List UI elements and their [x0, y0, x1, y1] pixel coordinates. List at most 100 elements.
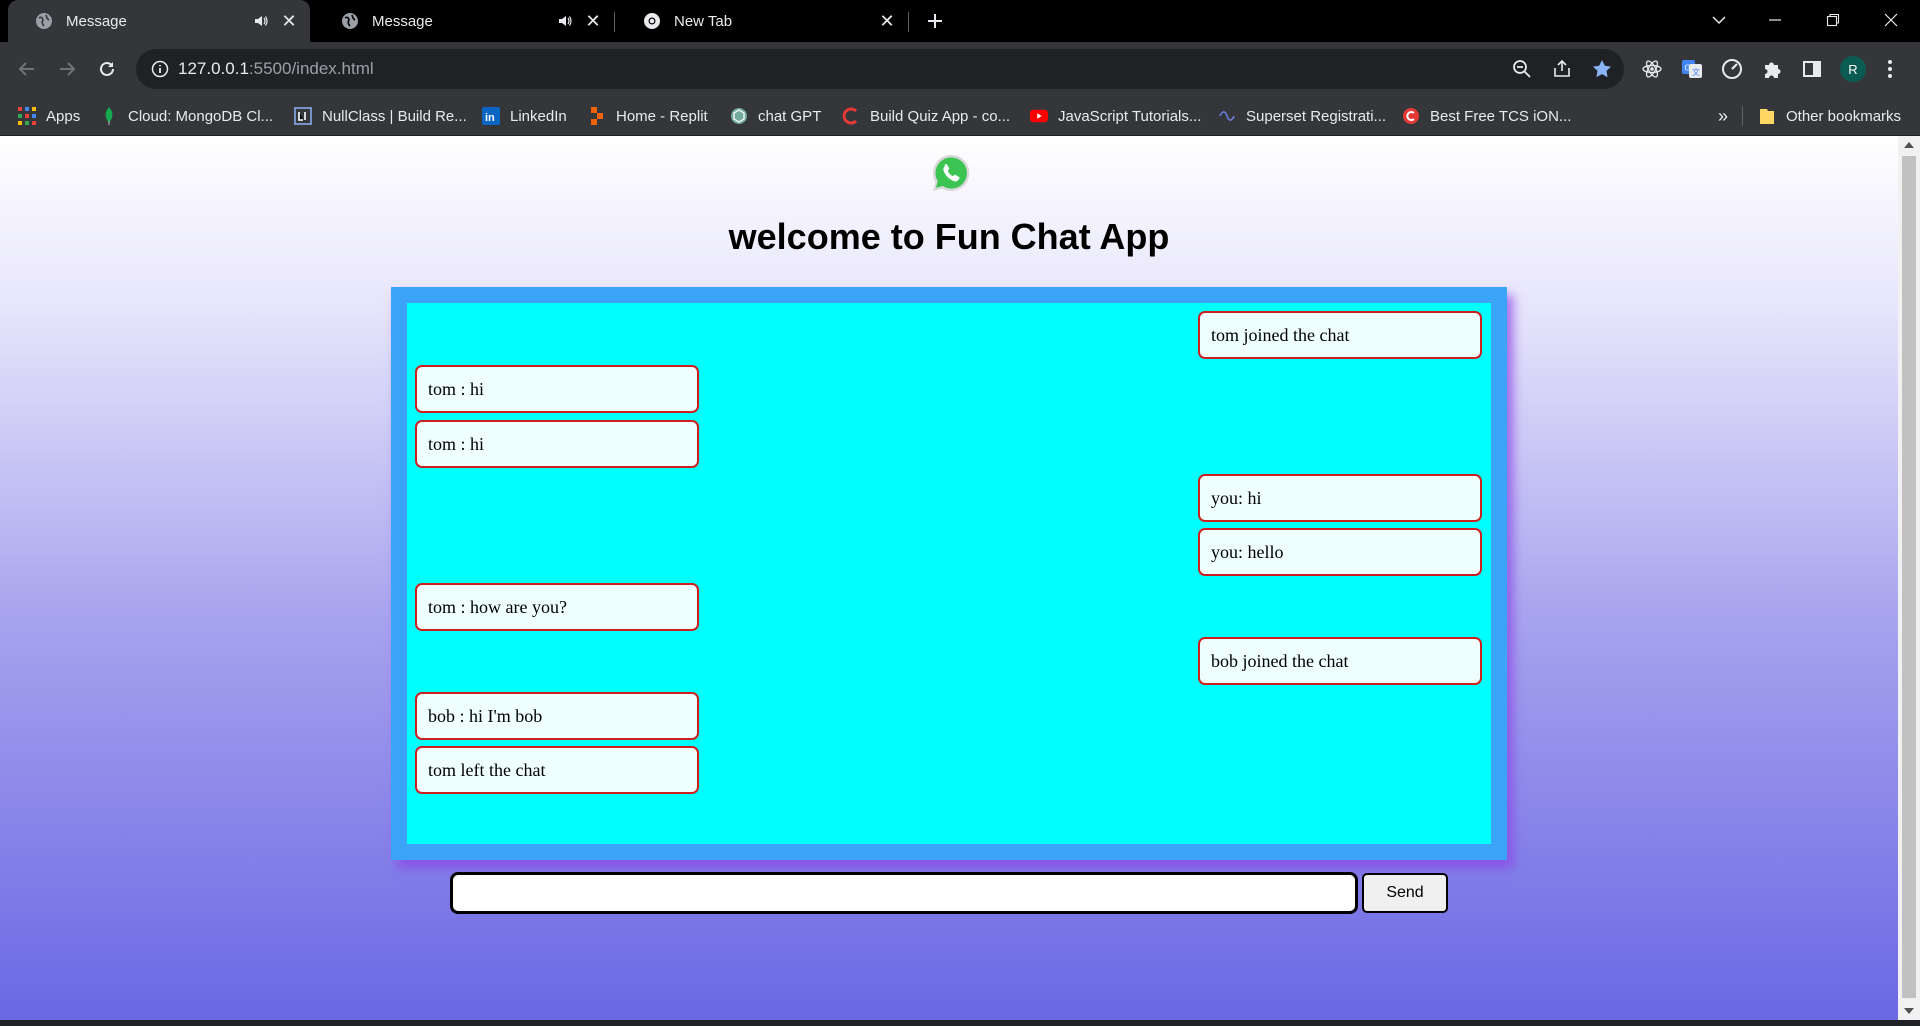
tab-new-tab[interactable]: New Tab ✕	[616, 0, 908, 42]
other-bookmarks-label: Other bookmarks	[1786, 107, 1902, 125]
svg-text:in: in	[485, 112, 495, 124]
message-bubble: tom : hi	[415, 365, 699, 413]
message-bubble: you: hi	[1198, 474, 1482, 522]
send-button[interactable]: Send	[1362, 873, 1448, 913]
url-text[interactable]: 127.0.0.1:5500/index.html	[178, 59, 374, 79]
globe-icon	[340, 11, 360, 31]
chrome-icon	[642, 11, 662, 31]
tab-separator	[908, 12, 909, 32]
codehelp-icon	[842, 107, 860, 125]
url-path: :5500/index.html	[248, 59, 374, 78]
bookmark-linkedin[interactable]: in LinkedIn	[482, 104, 567, 128]
bookmark-label: NullClass | Build Re...	[322, 107, 467, 125]
message-bubble: tom : hi	[415, 420, 699, 468]
reload-icon[interactable]	[92, 54, 122, 84]
speaker-icon[interactable]	[556, 12, 574, 30]
minimize-icon[interactable]	[1752, 0, 1798, 40]
apps-grid-icon	[18, 107, 36, 125]
zoom-icon[interactable]	[1510, 57, 1534, 81]
bookmark-tcs-ion[interactable]: Best Free TCS iON...	[1402, 104, 1571, 128]
side-panel-icon[interactable]	[1800, 57, 1824, 81]
bookmark-label: LinkedIn	[510, 107, 567, 125]
replit-icon	[588, 107, 606, 125]
scroll-up-arrow-icon[interactable]	[1904, 142, 1914, 148]
message-bubble: bob joined the chat	[1198, 637, 1482, 685]
tcs-icon	[1402, 107, 1420, 125]
bookmark-chatgpt[interactable]: chat GPT	[730, 104, 821, 128]
message-bubble: tom joined the chat	[1198, 311, 1482, 359]
page-scrollbar[interactable]	[1898, 136, 1920, 1020]
bookmark-label: Home - Replit	[616, 107, 708, 125]
bookmark-label: chat GPT	[758, 107, 822, 125]
bookmarks-bar: Apps Cloud: MongoDB Cl... NullClass | Bu…	[0, 96, 1920, 136]
restore-icon[interactable]	[1810, 0, 1856, 40]
linkedin-icon: in	[482, 107, 500, 125]
message-input[interactable]	[450, 872, 1358, 914]
bookmark-superset[interactable]: Superset Registrati...	[1218, 104, 1386, 128]
tab-message-active[interactable]: Message ✕	[8, 0, 310, 42]
folder-icon	[1758, 107, 1776, 125]
whatsapp-icon	[930, 152, 972, 194]
globe-icon	[34, 11, 54, 31]
extensions-puzzle-icon[interactable]	[1760, 57, 1784, 81]
window-bottom-edge	[0, 1020, 1920, 1026]
message-bubble: tom : how are you?	[415, 583, 699, 631]
tab-search-chevron-icon[interactable]	[1696, 0, 1742, 40]
bookmark-label: JavaScript Tutorials...	[1058, 107, 1202, 125]
react-devtools-icon[interactable]	[1640, 57, 1664, 81]
bookmark-label: Build Quiz App - co...	[870, 107, 1011, 125]
bookmark-apps[interactable]: Apps	[18, 104, 80, 128]
bookmark-separator	[1742, 106, 1743, 126]
bookmark-label: Apps	[46, 107, 81, 125]
bookmark-replit[interactable]: Home - Replit	[588, 104, 708, 128]
bookmark-js-tutorials[interactable]: JavaScript Tutorials...	[1030, 104, 1201, 128]
profile-avatar[interactable]: R	[1840, 56, 1866, 82]
scroll-down-arrow-icon[interactable]	[1904, 1008, 1914, 1014]
tab-strip: Message ✕ Message ✕ New Tab ✕	[0, 0, 1920, 42]
message-bubble: bob : hi I'm bob	[415, 692, 699, 740]
bookmark-nullclass[interactable]: NullClass | Build Re...	[294, 104, 467, 128]
chat-container: tom joined the chat tom : hi tom : hi yo…	[391, 287, 1507, 860]
tab-separator	[614, 12, 615, 32]
share-icon[interactable]	[1550, 57, 1574, 81]
mongodb-leaf-icon	[100, 107, 118, 125]
bookmark-build-quiz[interactable]: Build Quiz App - co...	[842, 104, 1010, 128]
site-info-icon[interactable]	[150, 59, 170, 79]
message-area: tom joined the chat tom : hi tom : hi yo…	[407, 303, 1491, 844]
superset-icon	[1218, 107, 1236, 125]
svg-text:文: 文	[1692, 67, 1700, 77]
url-host: 127.0.0.1	[178, 59, 249, 78]
svg-text:G: G	[1685, 64, 1691, 73]
bookmarks-overflow-chevron[interactable]: »	[1718, 104, 1728, 128]
bookmark-mongodb[interactable]: Cloud: MongoDB Cl...	[100, 104, 273, 128]
speedometer-extension-icon[interactable]	[1720, 57, 1744, 81]
bookmark-label: Best Free TCS iON...	[1430, 107, 1572, 125]
page-viewport: welcome to Fun Chat App tom joined the c…	[0, 136, 1898, 1020]
bookmark-label: Superset Registrati...	[1246, 107, 1387, 125]
message-bubble: tom left the chat	[415, 746, 699, 794]
scrollbar-thumb[interactable]	[1902, 156, 1916, 998]
youtube-icon	[1030, 107, 1048, 125]
message-bubble: you: hello	[1198, 528, 1482, 576]
bookmark-star-icon[interactable]	[1590, 57, 1614, 81]
tab-title: Message	[372, 12, 433, 30]
new-tab-plus-icon[interactable]	[920, 6, 950, 36]
address-bar[interactable]: 127.0.0.1:5500/index.html	[136, 49, 1624, 89]
tab-title: Message	[66, 12, 127, 30]
kebab-menu-icon[interactable]	[1878, 57, 1902, 81]
tab-message[interactable]: Message ✕	[314, 0, 614, 42]
forward-arrow-icon[interactable]	[52, 54, 82, 84]
google-translate-icon[interactable]: G文	[1680, 57, 1704, 81]
bookmark-label: Cloud: MongoDB Cl...	[128, 107, 274, 125]
close-tab-icon[interactable]: ✕	[582, 10, 604, 32]
back-arrow-icon[interactable]	[12, 54, 42, 84]
tab-title: New Tab	[674, 12, 733, 30]
speaker-icon[interactable]	[252, 12, 270, 30]
page-title: welcome to Fun Chat App	[728, 216, 1170, 257]
nullclass-icon	[294, 107, 312, 125]
other-bookmarks[interactable]: Other bookmarks	[1758, 104, 1901, 128]
close-window-icon[interactable]	[1868, 0, 1914, 40]
openai-icon	[730, 107, 748, 125]
close-tab-icon[interactable]: ✕	[278, 10, 300, 32]
close-tab-icon[interactable]: ✕	[876, 10, 898, 32]
